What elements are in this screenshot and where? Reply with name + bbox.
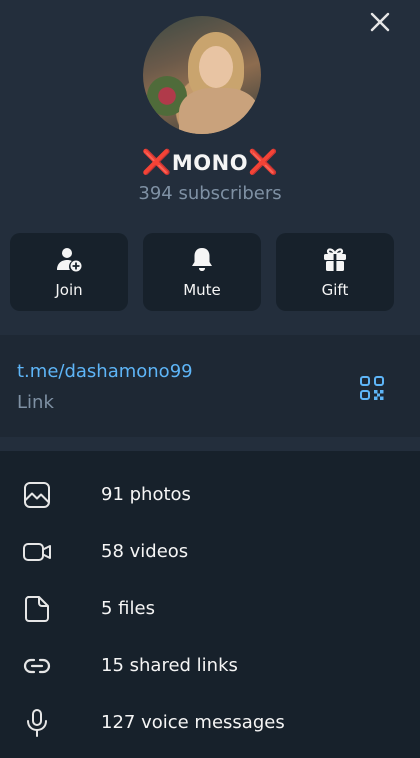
close-icon[interactable] (368, 10, 392, 34)
gift-button[interactable]: Gift (276, 233, 394, 311)
mute-button[interactable]: Mute (143, 233, 261, 311)
profile-header: ❌MONO❌ 394 subscribers Join Mute Gift (0, 0, 420, 335)
voice-count: 127 voice messages (101, 712, 285, 733)
cross-mark-icon: ❌ (141, 148, 172, 176)
subscriber-count: 394 subscribers (138, 183, 282, 204)
photo-icon (24, 481, 50, 508)
link-icon (23, 658, 51, 673)
media-row-files[interactable]: 5 files (0, 580, 420, 637)
join-button[interactable]: Join (10, 233, 128, 311)
add-user-icon (57, 248, 82, 272)
media-row-voice[interactable]: 127 voice messages (0, 694, 420, 751)
video-icon (23, 542, 51, 561)
media-row-links[interactable]: 15 shared links (0, 637, 420, 694)
channel-name: MONO (171, 151, 249, 175)
avatar[interactable] (143, 16, 261, 134)
videos-count: 58 videos (101, 541, 189, 562)
microphone-icon (27, 708, 47, 737)
action-buttons: Join Mute Gift (10, 233, 410, 311)
links-count: 15 shared links (101, 655, 238, 676)
bell-icon (192, 248, 212, 271)
photos-count: 91 photos (101, 484, 191, 505)
channel-title: ❌MONO❌ (0, 148, 420, 176)
qr-code-icon[interactable] (359, 375, 385, 401)
gift-icon (324, 248, 346, 271)
file-icon (25, 595, 49, 622)
mute-label: Mute (183, 281, 221, 299)
media-row-photos[interactable]: 91 photos (0, 466, 420, 523)
files-count: 5 files (101, 598, 155, 619)
link-caption: Link (17, 392, 54, 413)
cross-mark-icon: ❌ (248, 148, 279, 176)
media-row-videos[interactable]: 58 videos (0, 523, 420, 580)
gift-label: Gift (321, 281, 349, 299)
join-label: Join (55, 281, 83, 299)
channel-link[interactable]: t.me/dashamono99 (17, 361, 193, 382)
section-divider (0, 437, 420, 451)
link-section: t.me/dashamono99 Link (0, 335, 420, 437)
shared-media-list: 91 photos 58 videos 5 files 15 shared li… (0, 466, 420, 751)
